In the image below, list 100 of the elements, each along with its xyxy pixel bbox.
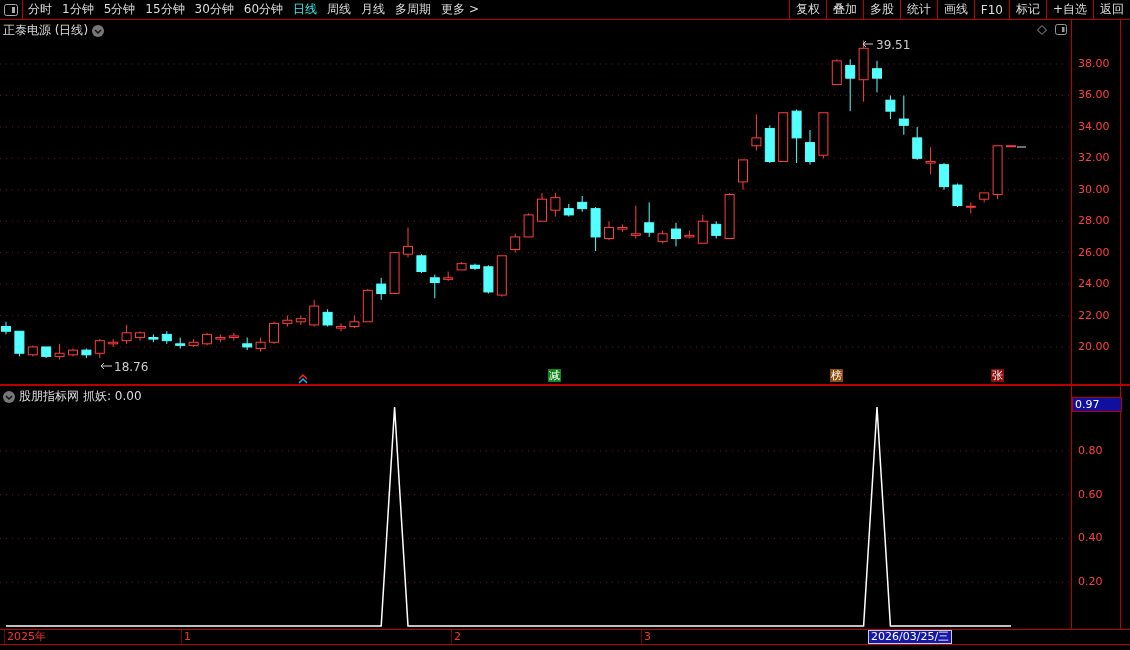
candlestick bbox=[14, 330, 25, 357]
diamond-icon[interactable] bbox=[1037, 24, 1048, 35]
candlestick bbox=[657, 230, 668, 244]
price-axis-label: 36.00 bbox=[1078, 88, 1110, 102]
candlestick bbox=[54, 343, 65, 361]
signal-badge: 减 bbox=[548, 369, 562, 382]
candlestick bbox=[175, 337, 186, 350]
candlestick bbox=[965, 201, 976, 214]
candlestick bbox=[27, 344, 38, 357]
candlestick bbox=[121, 324, 132, 345]
dropdown-icon[interactable] bbox=[3, 390, 15, 403]
candlestick bbox=[952, 183, 963, 208]
period-tab[interactable]: 月线 bbox=[356, 1, 391, 18]
candlestick bbox=[389, 252, 400, 294]
candlestick bbox=[41, 346, 52, 359]
candlestick bbox=[202, 332, 212, 346]
candlestick bbox=[309, 299, 320, 327]
panel-toggle-icon[interactable] bbox=[4, 3, 18, 16]
candlestick bbox=[416, 253, 427, 274]
candlestick bbox=[429, 274, 440, 299]
panel-toggle-icon[interactable] bbox=[1055, 24, 1068, 35]
price-axis-label: 24.00 bbox=[1078, 277, 1110, 291]
indicator-title: 股朋指标网 bbox=[19, 388, 79, 405]
candlestick bbox=[523, 212, 534, 238]
candlestick bbox=[456, 261, 467, 271]
candlestick bbox=[255, 337, 266, 353]
candlestick bbox=[94, 338, 105, 359]
candlestick bbox=[336, 322, 346, 332]
arrow-icon bbox=[100, 362, 113, 370]
candlestick bbox=[1, 321, 11, 335]
price-axis-label: 34.00 bbox=[1078, 119, 1110, 133]
period-tab[interactable]: 分时 bbox=[23, 1, 57, 18]
candlestick bbox=[443, 271, 454, 282]
candlestick bbox=[269, 321, 279, 345]
candlestick bbox=[161, 330, 172, 345]
candlestick bbox=[403, 227, 413, 258]
candlestick bbox=[563, 203, 574, 217]
candlestick bbox=[577, 195, 588, 213]
low-price-label: 18.76 bbox=[114, 360, 149, 374]
period-tab[interactable]: 日线 bbox=[288, 1, 323, 18]
candlestick bbox=[470, 263, 480, 271]
candlestick bbox=[282, 315, 293, 327]
period-tab[interactable]: 周线 bbox=[322, 1, 357, 18]
indicator-axis-label: 0.60 bbox=[1078, 487, 1103, 501]
period-tab[interactable]: 5分钟 bbox=[98, 1, 141, 18]
price-axis-label: 32.00 bbox=[1078, 151, 1110, 165]
candlestick bbox=[81, 348, 92, 359]
date-axis-label: 2 bbox=[451, 630, 463, 644]
candlestick bbox=[362, 288, 373, 323]
candlestick bbox=[1006, 145, 1016, 148]
signal-badge: 张 bbox=[990, 369, 1004, 382]
price-axis-label: 28.00 bbox=[1078, 214, 1110, 228]
candlestick bbox=[845, 58, 856, 112]
price-axis-label: 22.00 bbox=[1078, 308, 1110, 322]
dropdown-icon[interactable] bbox=[92, 24, 105, 37]
candlestick bbox=[818, 112, 829, 159]
indicator-reading: 抓妖: 0.00 bbox=[83, 388, 142, 405]
candlestick bbox=[617, 223, 628, 233]
candlestick bbox=[751, 113, 762, 151]
candlestick bbox=[724, 192, 735, 239]
candlestick bbox=[925, 146, 936, 175]
date-axis-label: 2025年 bbox=[4, 630, 48, 644]
candlestick bbox=[791, 109, 802, 164]
price-marker-line bbox=[1016, 146, 1027, 148]
candlestick bbox=[764, 124, 775, 164]
candlestick bbox=[831, 58, 842, 85]
candlestick bbox=[604, 220, 614, 241]
candlestick bbox=[805, 129, 815, 166]
candlestick bbox=[671, 222, 681, 247]
period-tab[interactable]: 更多 > bbox=[436, 1, 484, 18]
candlestick bbox=[912, 126, 923, 161]
candlestick bbox=[644, 201, 655, 238]
period-tab[interactable]: 30分钟 bbox=[189, 1, 239, 18]
candlestick bbox=[322, 308, 333, 327]
arrow-icon bbox=[862, 40, 874, 48]
indicator-axis-label: 0.40 bbox=[1078, 531, 1103, 545]
candlestick bbox=[872, 60, 882, 93]
period-tab[interactable]: 15分钟 bbox=[140, 1, 190, 18]
candlestick bbox=[939, 162, 949, 191]
current-value-label: 0.97 bbox=[1072, 397, 1123, 412]
double-chevron-icon bbox=[298, 373, 308, 384]
period-tab[interactable]: 60分钟 bbox=[238, 1, 289, 18]
candlestick bbox=[684, 230, 695, 239]
period-tab[interactable]: 多周期 bbox=[390, 1, 437, 18]
price-axis-label: 20.00 bbox=[1078, 339, 1110, 353]
candlestick bbox=[898, 94, 909, 136]
candlestick bbox=[885, 94, 896, 120]
candlestick bbox=[979, 192, 990, 203]
candlestick bbox=[697, 214, 708, 244]
candlestick bbox=[510, 233, 521, 254]
candlestick bbox=[215, 333, 226, 343]
candlestick bbox=[228, 332, 239, 342]
candlestick bbox=[550, 192, 561, 217]
indicator-axis-label: 0.80 bbox=[1078, 443, 1103, 457]
period-tab[interactable]: 1分钟 bbox=[57, 1, 99, 18]
candlestick bbox=[135, 330, 145, 342]
candlestick bbox=[242, 337, 253, 351]
candlestick bbox=[148, 333, 159, 343]
date-axis-label: 1 bbox=[181, 630, 193, 644]
candlestick bbox=[778, 112, 789, 162]
